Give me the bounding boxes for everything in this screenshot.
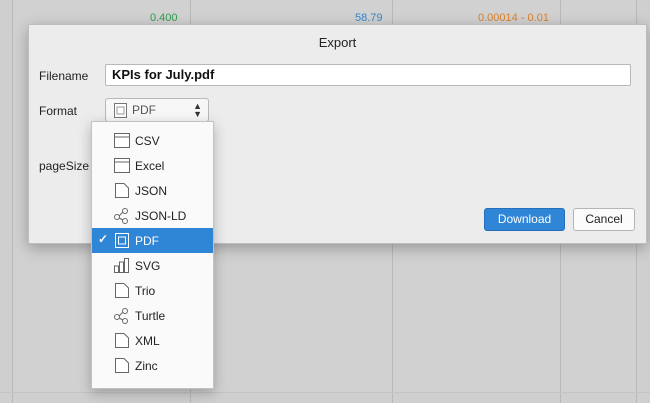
format-option-svg[interactable]: SVG: [92, 253, 213, 278]
grid-line: [0, 392, 650, 393]
menu-item-label: SVG: [135, 259, 161, 273]
chart-icon: [114, 258, 129, 273]
pagesize-label: pageSize: [39, 159, 90, 173]
menu-item-label: Turtle: [135, 309, 166, 323]
table-icon: [114, 133, 130, 148]
background-value: 0.400: [150, 12, 178, 24]
format-option-csv[interactable]: CSV: [92, 128, 213, 153]
menu-item-label: PDF: [135, 234, 159, 248]
format-option-json-ld[interactable]: JSON-LD: [92, 203, 213, 228]
format-menu: CSV Excel JSON JSON-LD ✓ PDF SVG Trio Tu…: [91, 121, 214, 389]
format-option-pdf[interactable]: ✓ PDF: [92, 228, 213, 253]
format-option-excel[interactable]: Excel: [92, 153, 213, 178]
filename-input[interactable]: KPIs for July.pdf: [105, 64, 631, 86]
format-option-turtle[interactable]: Turtle: [92, 303, 213, 328]
file-icon: [115, 358, 129, 373]
format-option-trio[interactable]: Trio: [92, 278, 213, 303]
menu-item-label: JSON: [135, 184, 168, 198]
format-label: Format: [39, 104, 78, 118]
table-icon: [114, 158, 130, 173]
chevron-updown-icon: ▲ ▼: [193, 101, 202, 119]
menu-item-label: Excel: [135, 159, 165, 173]
file-icon: [115, 183, 129, 198]
download-button[interactable]: Download: [484, 208, 565, 231]
format-option-json[interactable]: JSON: [92, 178, 213, 203]
file-icon: [115, 333, 129, 348]
background-value: 0.00014 - 0.01: [478, 12, 549, 24]
menu-item-label: Zinc: [135, 359, 158, 373]
format-option-xml[interactable]: XML: [92, 328, 213, 353]
format-selected-value: PDF: [132, 103, 156, 117]
menu-item-label: XML: [135, 334, 160, 348]
menu-item-label: Trio: [135, 284, 156, 298]
menu-item-label: CSV: [135, 134, 160, 148]
grid-line: [12, 0, 13, 403]
menu-item-label: JSON-LD: [135, 209, 187, 223]
checkmark-icon: ✓: [98, 232, 109, 246]
graph-icon: [114, 208, 128, 224]
graph-icon: [114, 308, 128, 324]
cancel-button[interactable]: Cancel: [573, 208, 635, 231]
dialog-title: Export: [318, 35, 357, 50]
pdf-icon: [115, 233, 129, 248]
pdf-icon: [114, 103, 127, 118]
format-option-zinc[interactable]: Zinc: [92, 353, 213, 378]
filename-label: Filename: [39, 69, 89, 83]
format-select[interactable]: PDF ▲ ▼: [105, 98, 209, 122]
file-icon: [115, 283, 129, 298]
background-value: 58.79: [355, 12, 383, 24]
